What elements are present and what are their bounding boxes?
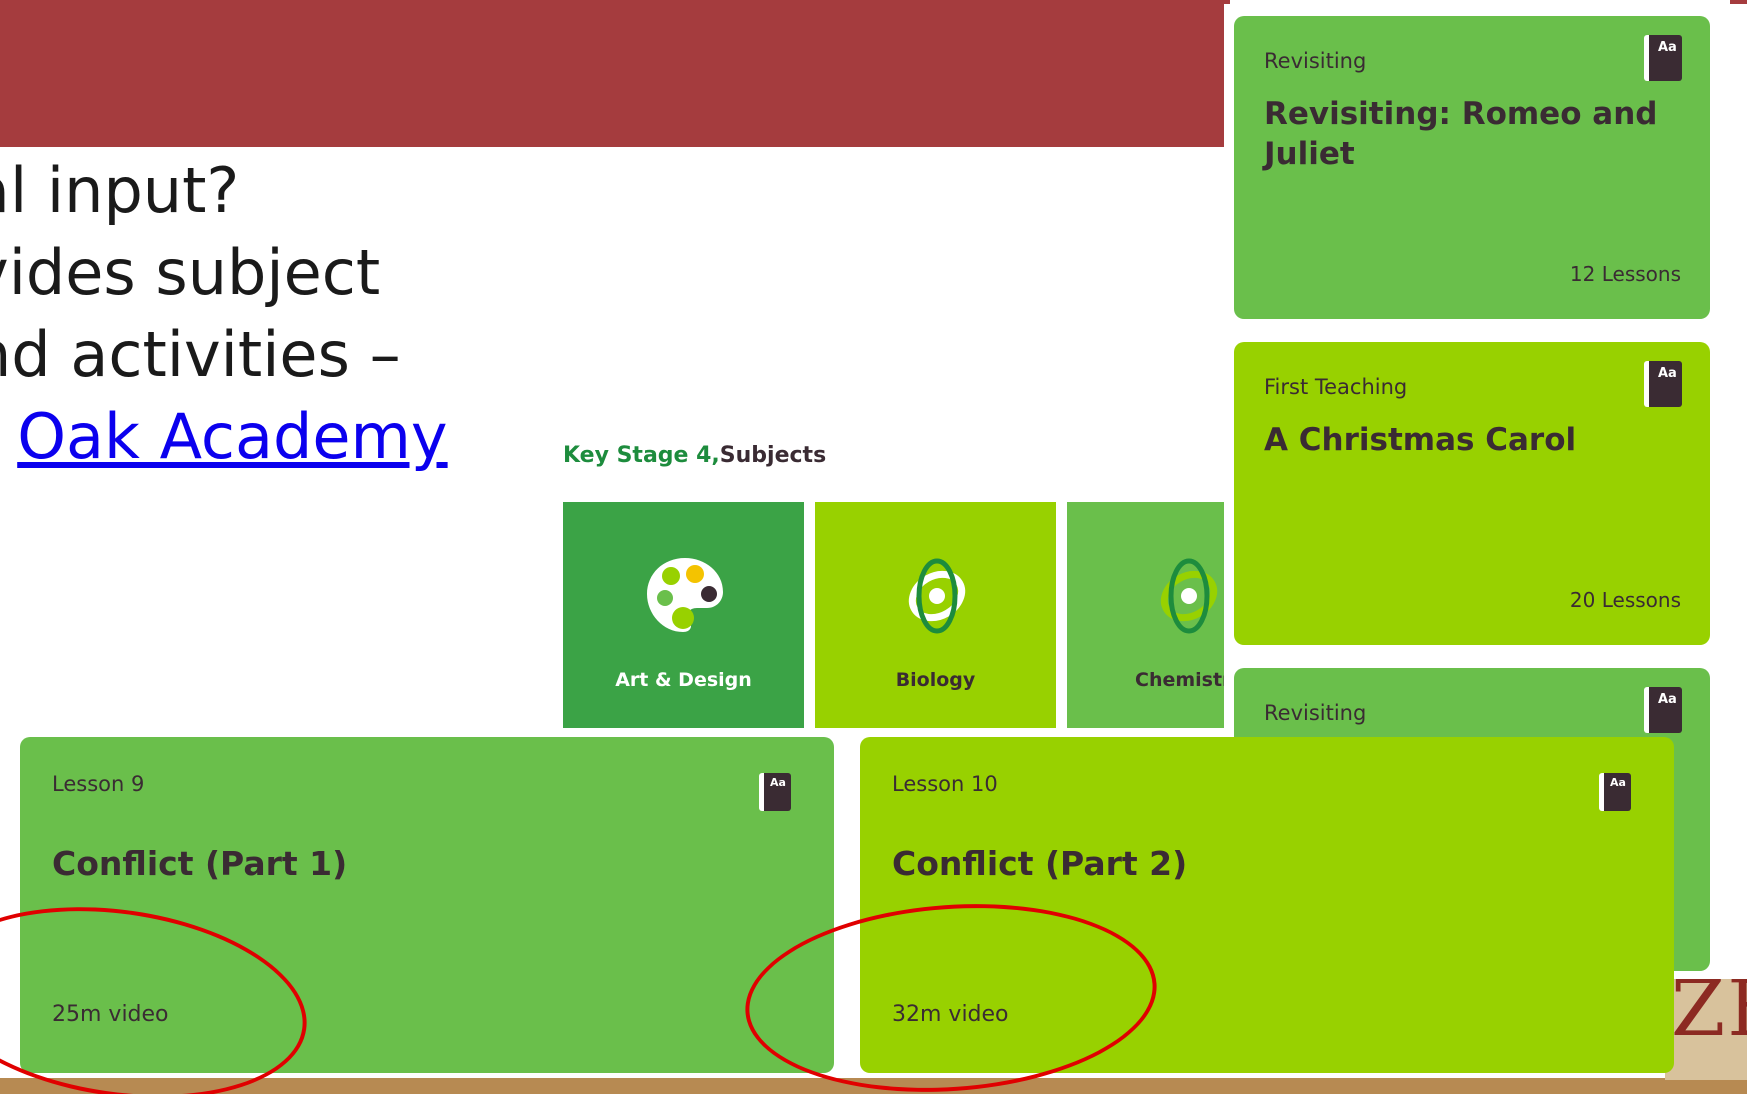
key-stage-label: Key Stage 4, bbox=[563, 443, 720, 468]
unit-card-lesson-count: 20 Lessons bbox=[1569, 588, 1681, 612]
lesson-number: Lesson 9 bbox=[52, 772, 145, 796]
subject-tile-label: Art & Design bbox=[615, 669, 752, 691]
lesson-title: Conflict (Part 2) bbox=[892, 844, 1188, 883]
bullet-line-4-prefix: r bbox=[0, 400, 17, 473]
book-icon: Aa bbox=[1644, 361, 1682, 407]
subject-tile-chemistry[interactable]: Chemistr bbox=[1067, 502, 1232, 728]
unit-card-christmas-carol[interactable]: First Teaching A Christmas Carol 20 Less… bbox=[1234, 342, 1710, 645]
unit-card-romeo-juliet[interactable]: Revisiting Revisiting: Romeo and Juliet … bbox=[1234, 16, 1710, 319]
subject-tile-art-design[interactable]: Art & Design bbox=[563, 502, 804, 728]
book-icon: Aa bbox=[759, 773, 791, 811]
slide-bullets: al input? vides subject nd activities – … bbox=[0, 150, 448, 478]
unit-card-lesson-count: 12 Lessons bbox=[1569, 262, 1681, 286]
subjects-heading: Key Stage 4,Subjects bbox=[563, 443, 826, 468]
bullet-line-4: r Oak Academy bbox=[0, 396, 447, 478]
book-icon-text: Aa bbox=[770, 776, 786, 789]
unit-card-category: Revisiting bbox=[1264, 49, 1367, 73]
subject-tile-label: Chemistr bbox=[1135, 669, 1232, 691]
oak-academy-link[interactable]: Oak Academy bbox=[17, 400, 447, 473]
book-icon: Aa bbox=[1644, 687, 1682, 733]
unit-card-title: A Christmas Carol bbox=[1264, 422, 1577, 458]
slide-banner bbox=[0, 0, 1230, 147]
bullet-line-2: vides subject bbox=[0, 236, 381, 309]
lesson-number: Lesson 10 bbox=[892, 772, 998, 796]
subject-tile-label: Biology bbox=[895, 669, 976, 691]
bullet-line-3: nd activities – bbox=[0, 318, 401, 391]
book-icon-text: Aa bbox=[1658, 40, 1677, 55]
book-icon-text: Aa bbox=[1610, 776, 1626, 789]
palette-icon bbox=[647, 558, 723, 632]
book-icon-text: Aa bbox=[1658, 366, 1677, 381]
lesson-title: Conflict (Part 1) bbox=[52, 844, 348, 883]
subjects-label: Subjects bbox=[719, 443, 827, 468]
book-icon-text: Aa bbox=[1658, 692, 1677, 707]
atom-icon bbox=[1160, 558, 1218, 634]
book-icon: Aa bbox=[1599, 773, 1631, 811]
bullet-line-1: al input? bbox=[0, 154, 240, 227]
unit-card-category: First Teaching bbox=[1264, 375, 1408, 399]
unit-card-title: Revisiting: Romeo and Juliet bbox=[1264, 96, 1658, 173]
book-icon: Aa bbox=[1644, 35, 1682, 81]
unit-card-category: Revisiting bbox=[1264, 701, 1367, 725]
atom-icon bbox=[908, 558, 966, 634]
subject-tile-biology[interactable]: Biology bbox=[815, 502, 1056, 728]
